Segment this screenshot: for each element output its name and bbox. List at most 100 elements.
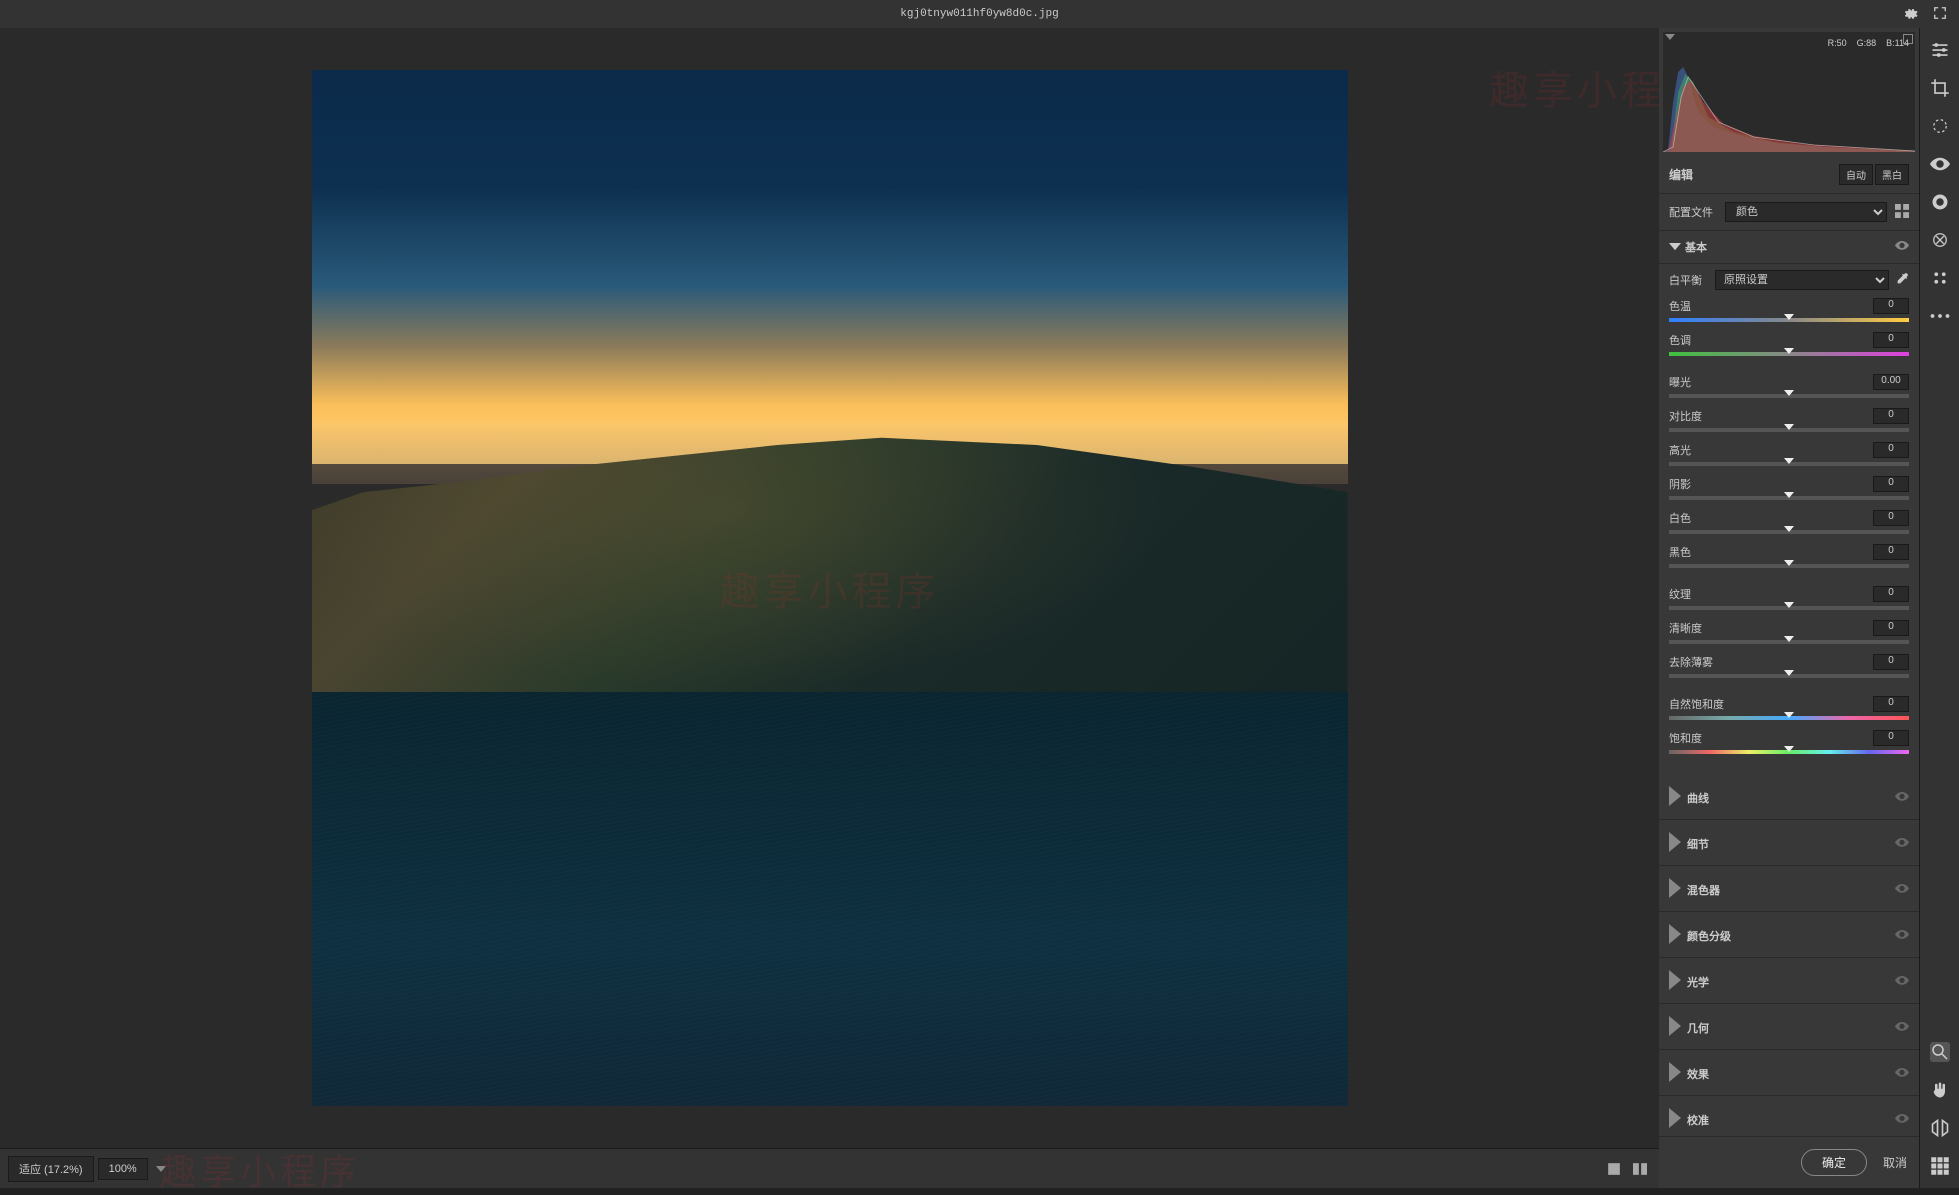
crop-icon[interactable] — [1930, 78, 1950, 98]
slider-thumb[interactable] — [1784, 458, 1794, 464]
slider-track[interactable] — [1669, 318, 1909, 322]
eyedropper-icon[interactable] — [1895, 272, 1909, 289]
bw-button[interactable]: 黑白 — [1875, 164, 1909, 185]
slider-thumb[interactable] — [1784, 424, 1794, 430]
slider-thumb[interactable] — [1784, 670, 1794, 676]
slider-track[interactable] — [1669, 530, 1909, 534]
slider-track[interactable] — [1669, 394, 1909, 398]
slider-饱和度: 饱和度0 — [1669, 730, 1909, 754]
cancel-button[interactable]: 取消 — [1883, 1149, 1907, 1176]
adjustments-icon[interactable] — [1930, 40, 1950, 60]
basic-section-header[interactable]: 基本 — [1659, 231, 1919, 264]
eye-icon[interactable] — [1895, 1022, 1909, 1034]
chevron-right-icon — [1669, 1108, 1681, 1131]
slider-value[interactable]: 0 — [1873, 730, 1909, 746]
mask-icon[interactable] — [1930, 192, 1950, 212]
view-split-icon[interactable] — [1633, 1162, 1647, 1176]
slider-value[interactable]: 0 — [1873, 442, 1909, 458]
toggle-tool-icon[interactable] — [1930, 1118, 1950, 1138]
slider-track[interactable] — [1669, 716, 1909, 720]
slider-value[interactable]: 0 — [1873, 586, 1909, 602]
eye-icon[interactable] — [1895, 792, 1909, 804]
slider-thumb[interactable] — [1784, 314, 1794, 320]
slider-value[interactable]: 0 — [1873, 510, 1909, 526]
slider-thumb[interactable] — [1784, 602, 1794, 608]
histogram[interactable]: R:50 G:88 B:114 — [1663, 32, 1915, 152]
slider-thumb[interactable] — [1784, 746, 1794, 752]
slider-thumb[interactable] — [1784, 526, 1794, 532]
bottom-bar: 适应 (17.2%) 100% 趣享小程序 — [0, 1148, 1659, 1188]
profile-browse-icon[interactable] — [1895, 204, 1909, 221]
slider-value[interactable]: 0 — [1873, 654, 1909, 670]
section-title: 几何 — [1687, 1020, 1895, 1036]
filename: kgj0tnyw011hf0yw8d0c.jpg — [900, 8, 1058, 20]
section-效果[interactable]: 效果 — [1659, 1052, 1919, 1096]
eye-icon[interactable] — [1895, 976, 1909, 988]
slider-曝光: 曝光0.00 — [1669, 374, 1909, 398]
section-细节[interactable]: 细节 — [1659, 822, 1919, 866]
slider-thumb[interactable] — [1784, 348, 1794, 354]
slider-track[interactable] — [1669, 606, 1909, 610]
slider-value[interactable]: 0 — [1873, 408, 1909, 424]
ok-button[interactable]: 确定 — [1801, 1149, 1867, 1176]
section-曲线[interactable]: 曲线 — [1659, 776, 1919, 820]
gear-icon[interactable] — [1903, 6, 1919, 25]
slider-value[interactable]: 0 — [1873, 332, 1909, 348]
section-颜色分级[interactable]: 颜色分级 — [1659, 914, 1919, 958]
chevron-right-icon — [1669, 924, 1681, 947]
zoom-fit-button[interactable]: 适应 (17.2%) — [8, 1156, 94, 1182]
slider-value[interactable]: 0 — [1873, 544, 1909, 560]
eye-icon[interactable] — [1895, 1068, 1909, 1080]
slider-value[interactable]: 0 — [1873, 476, 1909, 492]
profile-select[interactable]: 颜色 — [1725, 202, 1887, 222]
redeye-icon[interactable] — [1930, 230, 1950, 250]
slider-value[interactable]: 0 — [1873, 620, 1909, 636]
more-icon[interactable] — [1930, 306, 1950, 326]
zoom-100-button[interactable]: 100% — [98, 1158, 148, 1180]
slider-track[interactable] — [1669, 428, 1909, 432]
slider-label: 黑色 — [1669, 544, 1691, 560]
slider-track[interactable] — [1669, 564, 1909, 568]
heal-icon[interactable] — [1930, 116, 1950, 136]
slider-track[interactable] — [1669, 462, 1909, 466]
chevron-down-icon — [1669, 241, 1681, 253]
section-几何[interactable]: 几何 — [1659, 1006, 1919, 1050]
image-preview[interactable]: 趣享小程序 — [312, 70, 1348, 1106]
eye-tool-icon[interactable] — [1930, 154, 1950, 174]
zoom-dropdown-icon[interactable] — [152, 1159, 170, 1179]
slider-thumb[interactable] — [1784, 636, 1794, 642]
slider-track[interactable] — [1669, 750, 1909, 754]
slider-label: 阴影 — [1669, 476, 1691, 492]
eye-icon[interactable] — [1895, 838, 1909, 850]
section-混色器[interactable]: 混色器 — [1659, 868, 1919, 912]
presets-icon[interactable] — [1930, 268, 1950, 288]
slider-thumb[interactable] — [1784, 560, 1794, 566]
slider-value[interactable]: 0 — [1873, 696, 1909, 712]
slider-track[interactable] — [1669, 496, 1909, 500]
slider-label: 自然饱和度 — [1669, 696, 1724, 712]
eye-icon[interactable] — [1895, 241, 1909, 253]
slider-thumb[interactable] — [1784, 492, 1794, 498]
section-光学[interactable]: 光学 — [1659, 960, 1919, 1004]
slider-value[interactable]: 0 — [1873, 298, 1909, 314]
fullscreen-icon[interactable] — [1933, 6, 1947, 23]
grid-view-icon[interactable] — [1930, 1156, 1950, 1176]
eye-icon[interactable] — [1895, 1114, 1909, 1126]
slider-对比度: 对比度0 — [1669, 408, 1909, 432]
shadow-clip-icon[interactable] — [1665, 34, 1675, 40]
canvas-area[interactable]: 趣享小程序 趣享小程序 — [0, 28, 1659, 1148]
auto-button[interactable]: 自动 — [1839, 164, 1873, 185]
eye-icon[interactable] — [1895, 930, 1909, 942]
wb-select[interactable]: 原照设置 — [1715, 270, 1889, 290]
slider-track[interactable] — [1669, 674, 1909, 678]
view-single-icon[interactable] — [1607, 1162, 1621, 1176]
slider-track[interactable] — [1669, 352, 1909, 356]
zoom-tool-icon[interactable] — [1930, 1042, 1950, 1062]
chevron-right-icon — [1669, 878, 1681, 901]
slider-track[interactable] — [1669, 640, 1909, 644]
eye-icon[interactable] — [1895, 884, 1909, 896]
slider-thumb[interactable] — [1784, 712, 1794, 718]
slider-thumb[interactable] — [1784, 390, 1794, 396]
slider-value[interactable]: 0.00 — [1873, 374, 1909, 390]
hand-tool-icon[interactable] — [1930, 1080, 1950, 1100]
